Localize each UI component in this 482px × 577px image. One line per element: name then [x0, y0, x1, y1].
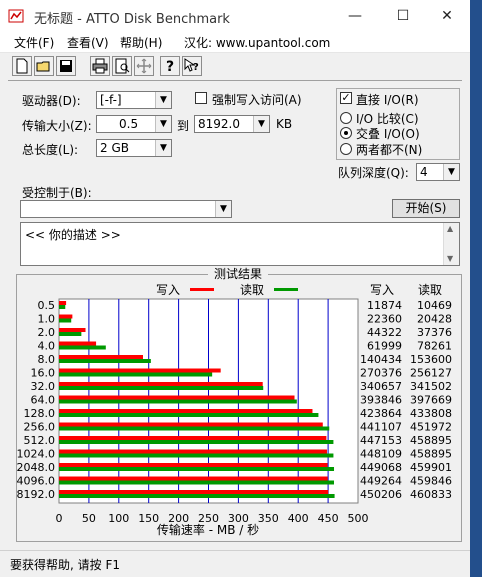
read-bar: [59, 440, 334, 444]
write-bar: [59, 449, 327, 454]
read-value: 10469: [417, 299, 452, 312]
y-tick-label: 32.0: [31, 380, 56, 393]
legend-read-swatch: [274, 288, 298, 291]
write-bar: [59, 328, 86, 332]
read-bar: [59, 480, 334, 485]
read-value: 153600: [410, 353, 452, 366]
write-bar: [59, 422, 323, 427]
y-tick-label: 256.0: [24, 421, 56, 434]
write-bar: [59, 490, 329, 494]
write-bar: [59, 314, 73, 319]
write-value: 423864: [360, 407, 402, 420]
read-value: 460833: [410, 488, 452, 501]
read-value: 433808: [410, 407, 452, 420]
y-tick-label: 8192.0: [17, 488, 56, 501]
read-bar: [59, 467, 335, 471]
x-tick-label: 50: [82, 512, 96, 525]
read-value: 256127: [410, 367, 452, 380]
write-bar: [59, 395, 295, 400]
write-value: 340657: [360, 380, 402, 393]
read-value: 20428: [417, 313, 452, 326]
write-bar: [59, 301, 67, 305]
read-bar: [59, 494, 335, 498]
legend-write-label: 写入: [156, 283, 180, 297]
y-tick-label: 512.0: [24, 434, 56, 447]
x-tick-label: 450: [318, 512, 339, 525]
x-tick-label: 100: [108, 512, 129, 525]
write-value: 61999: [367, 340, 402, 353]
status-bar: 要获得帮助, 请按 F1: [0, 550, 470, 577]
read-bar: [59, 386, 264, 390]
read-value: 397669: [410, 394, 452, 407]
y-tick-label: 2.0: [38, 326, 56, 339]
value-columns: 11874 10469 22360 20428 44322 37376 61999 78261…: [360, 299, 452, 501]
y-tick-label: 4096.0: [17, 475, 56, 488]
write-value: 44322: [367, 326, 402, 339]
read-bar: [59, 413, 319, 417]
write-value: 140434: [360, 353, 402, 366]
col-read-header: 读取: [418, 283, 442, 297]
read-value: 459901: [410, 461, 452, 474]
read-bar: [59, 345, 106, 350]
read-value: 37376: [417, 326, 452, 339]
write-value: 447153: [360, 434, 402, 447]
write-bar: [59, 341, 97, 346]
read-bar: [59, 426, 330, 431]
app-window: 无标题 - ATTO Disk Benchmark — ☐ ✕ 文件(F) 查看…: [0, 0, 471, 577]
read-value: 341502: [410, 380, 452, 393]
y-tick-label: 0.5: [38, 299, 56, 312]
x-tick-label: 350: [258, 512, 279, 525]
read-value: 458895: [410, 434, 452, 447]
col-write-header: 写入: [370, 283, 394, 297]
read-value: 459846: [410, 475, 452, 488]
write-bar: [59, 382, 263, 386]
read-bar: [59, 318, 72, 323]
write-bar: [59, 355, 143, 359]
write-value: 11874: [367, 299, 402, 312]
y-tick-label: 16.0: [31, 367, 56, 380]
write-value: 450206: [360, 488, 402, 501]
y-tick-label: 8.0: [38, 353, 56, 366]
x-axis-label: 传输速率 - MB / 秒: [157, 522, 259, 537]
frame-title: 测试结果: [214, 266, 262, 281]
y-tick-label: 2048.0: [17, 461, 56, 474]
desktop-background: [470, 0, 482, 577]
y-tick-label: 128.0: [24, 407, 56, 420]
x-tick-label: 500: [348, 512, 369, 525]
y-tick-label: 1024.0: [17, 448, 56, 461]
write-value: 448109: [360, 448, 402, 461]
read-bar: [59, 453, 334, 458]
y-tick-label: 64.0: [31, 394, 56, 407]
read-value: 451972: [410, 421, 452, 434]
read-bar: [59, 399, 297, 404]
write-value: 449264: [360, 475, 402, 488]
y-tick-label: 1.0: [38, 313, 56, 326]
write-value: 441107: [360, 421, 402, 434]
y-tick-labels: 0.51.02.04.08.016.032.064.0128.0256.0512…: [17, 299, 56, 501]
read-value: 78261: [417, 340, 452, 353]
legend-read-label: 读取: [240, 283, 264, 297]
x-tick-label: 0: [56, 512, 63, 525]
write-bar: [59, 409, 313, 413]
write-value: 22360: [367, 313, 402, 326]
read-bar: [59, 305, 66, 309]
results-chart: 测试结果 写入 读取 写入 读取 0.51.02.04.08.016.032.0…: [17, 266, 453, 537]
write-bar: [59, 368, 221, 373]
write-value: 270376: [360, 367, 402, 380]
read-bar: [59, 332, 82, 336]
read-bar: [59, 372, 213, 377]
write-value: 449068: [360, 461, 402, 474]
status-text: 要获得帮助, 请按 F1: [10, 558, 120, 572]
read-bar: [59, 359, 151, 363]
write-bar: [59, 463, 328, 467]
write-bar: [59, 436, 327, 440]
legend-write-swatch: [190, 288, 214, 291]
write-bar: [59, 476, 328, 481]
write-value: 393846: [360, 394, 402, 407]
x-tick-label: 400: [288, 512, 309, 525]
read-value: 458895: [410, 448, 452, 461]
y-tick-label: 4.0: [38, 340, 56, 353]
